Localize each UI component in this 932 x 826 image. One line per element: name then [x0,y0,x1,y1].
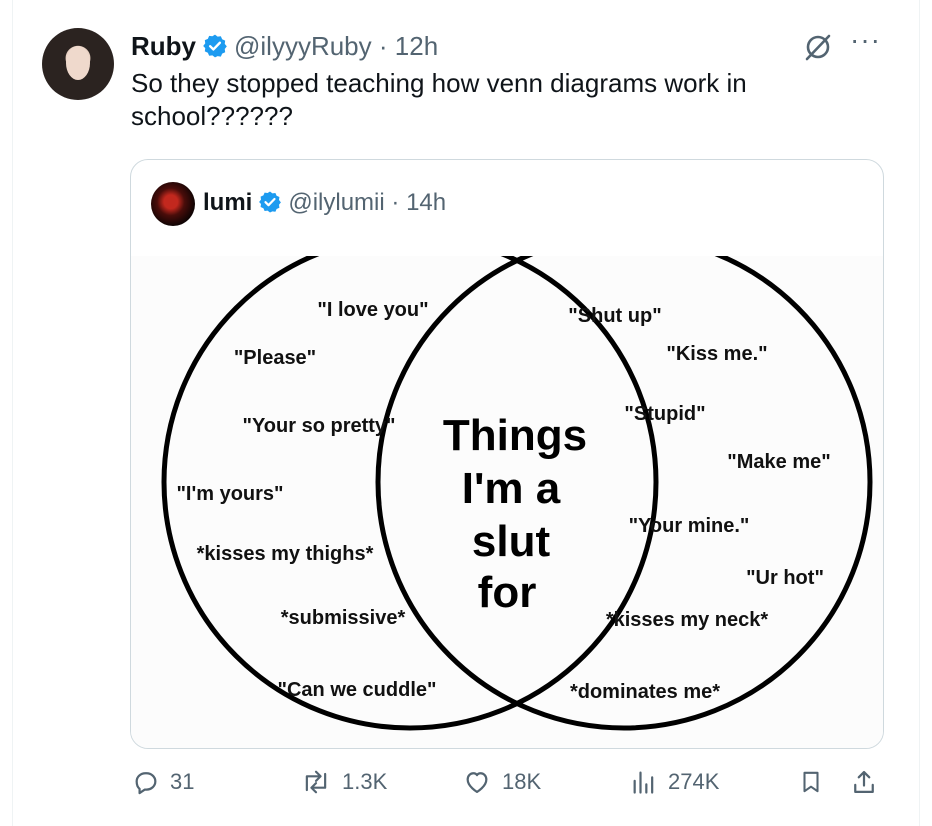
avatar[interactable] [42,28,114,100]
repost-button[interactable]: 1.3K [300,768,387,796]
reply-icon [132,768,160,796]
quoted-author-name[interactable]: lumi [203,189,252,216]
right-item: "Stupid" [624,403,705,425]
right-item: "Kiss me." [666,343,767,365]
left-item: *kisses my thighs* [197,543,374,565]
venn-image[interactable]: Things I'm a slut for "I love you" "Plea… [131,233,883,748]
left-item: "Please" [234,347,316,369]
right-item: *dominates me* [570,681,720,703]
views-icon [630,768,658,796]
left-item: "I love you" [317,299,428,321]
tweet-time[interactable]: 12h [395,31,438,61]
right-item: *kisses my neck* [606,609,769,631]
tweet-text: So they stopped teaching how venn diagra… [131,68,747,131]
quoted-tweet[interactable]: lumi @ilylumii · 14h Things I'm a slut fo… [130,159,884,749]
like-icon [462,768,492,796]
views-count: 274K [668,769,720,794]
action-bar: 31 1.3K 18K 274K [0,768,932,808]
quoted-handle[interactable]: @ilylumii [288,189,384,216]
like-button[interactable]: 18K [462,768,541,796]
tweet-header: Ruby @ilyyyRuby · 12h [131,30,438,66]
grok-icon[interactable] [803,32,833,67]
views-button[interactable]: 274K [630,768,719,796]
left-item: "Your so pretty" [242,415,395,437]
repost-icon [300,768,332,796]
right-item: "Ur hot" [746,567,824,589]
center-line: Things [443,411,587,460]
quoted-avatar[interactable] [151,182,195,226]
bookmark-button[interactable] [798,768,824,796]
left-item: "I'm yours" [176,483,283,505]
quoted-header: lumi @ilylumii · 14h [203,188,446,222]
share-button[interactable] [850,768,878,796]
repost-count: 1.3K [342,769,388,794]
verified-badge-icon [258,190,282,222]
bookmark-icon [798,768,824,796]
right-item: "Make me" [727,451,830,473]
like-count: 18K [502,769,542,794]
verified-badge-icon [202,33,228,66]
left-item: *submissive* [281,607,406,629]
venn-diagram: Things I'm a slut for "I love you" "Plea… [161,233,873,731]
right-item: "Shut up" [568,305,661,327]
center-line: slut [472,517,551,566]
share-icon [850,768,878,796]
center-line: for [478,568,537,617]
meta-separator: · [378,31,388,61]
left-item: "Can we cuddle" [278,679,437,701]
right-item: "Your mine." [629,515,750,537]
reply-button[interactable]: 31 [132,768,194,796]
author-name[interactable]: Ruby [131,31,196,61]
author-handle[interactable]: @ilyyyRuby [234,31,372,61]
reply-count: 31 [170,769,195,794]
center-line: I'm a [462,464,561,513]
quoted-time[interactable]: 14h [406,189,446,216]
more-icon[interactable]: ··· [850,24,881,56]
